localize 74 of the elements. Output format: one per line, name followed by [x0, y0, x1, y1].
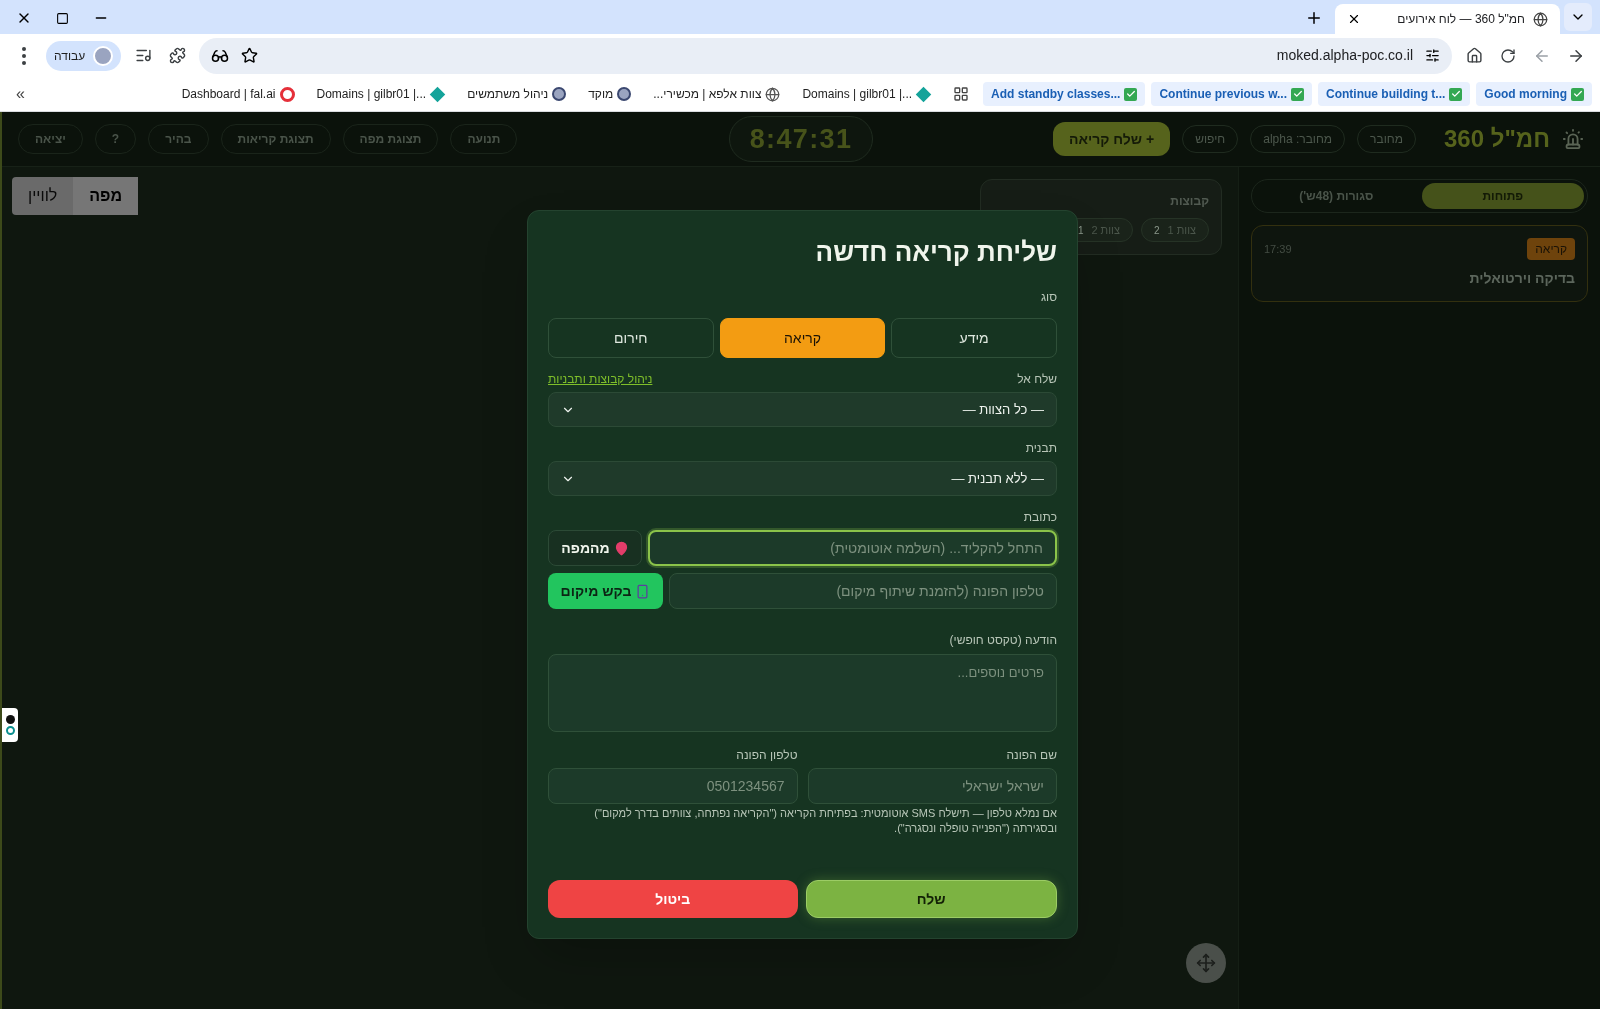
message-field[interactable]: פרטים נוספים...: [548, 654, 1057, 732]
globe-icon: [1533, 11, 1548, 27]
bookmark-link[interactable]: Domains | gilbr01 |...: [794, 82, 940, 106]
avatar-icon: [617, 87, 632, 101]
request-location-button[interactable]: בקש מיקום: [548, 573, 663, 609]
close-icon[interactable]: [1347, 12, 1361, 26]
text-field[interactable]: ישראל ישראלי: [807, 768, 1057, 804]
globe-icon: [765, 86, 781, 102]
new-tab-icon[interactable]: [1305, 9, 1323, 27]
bookmark-link[interactable]: מוקד: [580, 82, 640, 106]
field-label: שם הפונה: [1006, 747, 1057, 764]
tab-title: חמ"ל 360 — לוח אירועים: [1396, 11, 1525, 28]
tab-search-button[interactable]: [1564, 3, 1592, 31]
manage-groups-link[interactable]: ניהול קבוצות ותבניות: [548, 370, 653, 388]
map-type-button[interactable]: לוויין: [12, 177, 74, 215]
siren-icon: [1562, 128, 1584, 150]
field-label: תבנית: [1025, 440, 1057, 457]
music-list-icon: [134, 47, 152, 64]
type-option[interactable]: קריאה: [719, 318, 886, 358]
home-icon: [1465, 47, 1483, 64]
call-title: בדיקה וירטואלית: [1468, 269, 1575, 288]
checkbox-icon: [1124, 87, 1138, 101]
apps-icon[interactable]: [953, 86, 970, 102]
url-text: moked.alpha-poc.co.il: [1276, 46, 1413, 65]
bookmark-link[interactable]: Continue building t...: [1318, 82, 1471, 106]
field-label: שלח אל: [1017, 371, 1057, 388]
avatar-icon: [93, 45, 114, 66]
bookmark-link[interactable]: Dashboard | fal.ai: [173, 82, 303, 106]
address-bar[interactable]: moked.alpha-poc.co.il: [199, 37, 1452, 74]
dialog-title: שליחת קריאה חדשה: [815, 236, 1057, 269]
menu-dots-icon: [22, 46, 26, 65]
field-label: כתובת: [1023, 509, 1057, 526]
type-option[interactable]: מידע: [891, 318, 1057, 358]
puzzle-icon: [168, 47, 186, 64]
ring-icon: [279, 86, 295, 102]
send-button[interactable]: שלח: [805, 880, 1057, 918]
from-map-button[interactable]: מהמפה: [548, 530, 642, 566]
template-select[interactable]: — ללא תבנית —: [548, 461, 1057, 496]
type-option[interactable]: חירום: [548, 318, 714, 358]
field-label: הודעה (טקסט חופשי): [949, 632, 1057, 649]
checkbox-icon: [1449, 87, 1463, 101]
maximize-icon[interactable]: [56, 11, 69, 25]
phone-icon: [635, 583, 651, 599]
type-badge: קריאה: [1527, 238, 1575, 260]
floating-widget-icon[interactable]: [2, 708, 18, 742]
checkbox-icon: [1571, 87, 1584, 101]
clock: 8:47:31: [728, 116, 874, 162]
bookmark-link[interactable]: Domains | gilbr01 |...: [308, 82, 454, 106]
field-label: טלפון הפונה: [736, 747, 798, 764]
sms-note: אם נמלא טלפון — תישלח SMS אוטומטית: בפתיחת הקריאה ("הקריאה נפתחה, צוותים בדרך למקום") ובסגירתה ("הפנייה טופלה ונסגרה").: [593, 806, 1057, 836]
app-title: חמ"ל 360: [1443, 124, 1550, 154]
pin-icon: [613, 540, 629, 556]
move-arrows-icon: [1196, 953, 1216, 973]
bookmark-link[interactable]: Add standby classes...: [983, 82, 1146, 106]
bookmark-link[interactable]: Good morning: [1476, 82, 1592, 106]
bookmark-link[interactable]: Continue previous w...: [1151, 82, 1313, 106]
panel-title: קבוצות: [1169, 193, 1209, 210]
bookmark-link[interactable]: ניהול משתמשים: [459, 82, 575, 106]
bookmark-link[interactable]: צוות אלפא | מכשירי...: [645, 82, 789, 106]
field-label: סוג: [1040, 289, 1057, 306]
star-icon[interactable]: [241, 47, 259, 64]
reload-icon: [1500, 47, 1516, 64]
address-field[interactable]: התחל להקליד... (השלמה אוטומטית): [648, 530, 1057, 566]
avatar-icon: [552, 87, 567, 101]
checkbox-icon: [1291, 87, 1305, 101]
more-bookmarks-button[interactable]: »: [8, 82, 33, 106]
browser-tab[interactable]: חמ"ל 360 — לוח אירועים: [1335, 4, 1560, 34]
profile-button[interactable]: עבודה: [46, 40, 122, 71]
site-settings-icon[interactable]: [1425, 48, 1440, 63]
caller-phone-field[interactable]: טלפון הפונה (להזמנת שיתוף מיקום): [669, 573, 1057, 609]
text-field[interactable]: 0501234567: [548, 768, 798, 804]
cancel-button[interactable]: ביטול: [548, 880, 798, 918]
map-type-button[interactable]: מפה: [73, 177, 139, 215]
recipient-select[interactable]: — כל הצוות —: [548, 392, 1057, 427]
